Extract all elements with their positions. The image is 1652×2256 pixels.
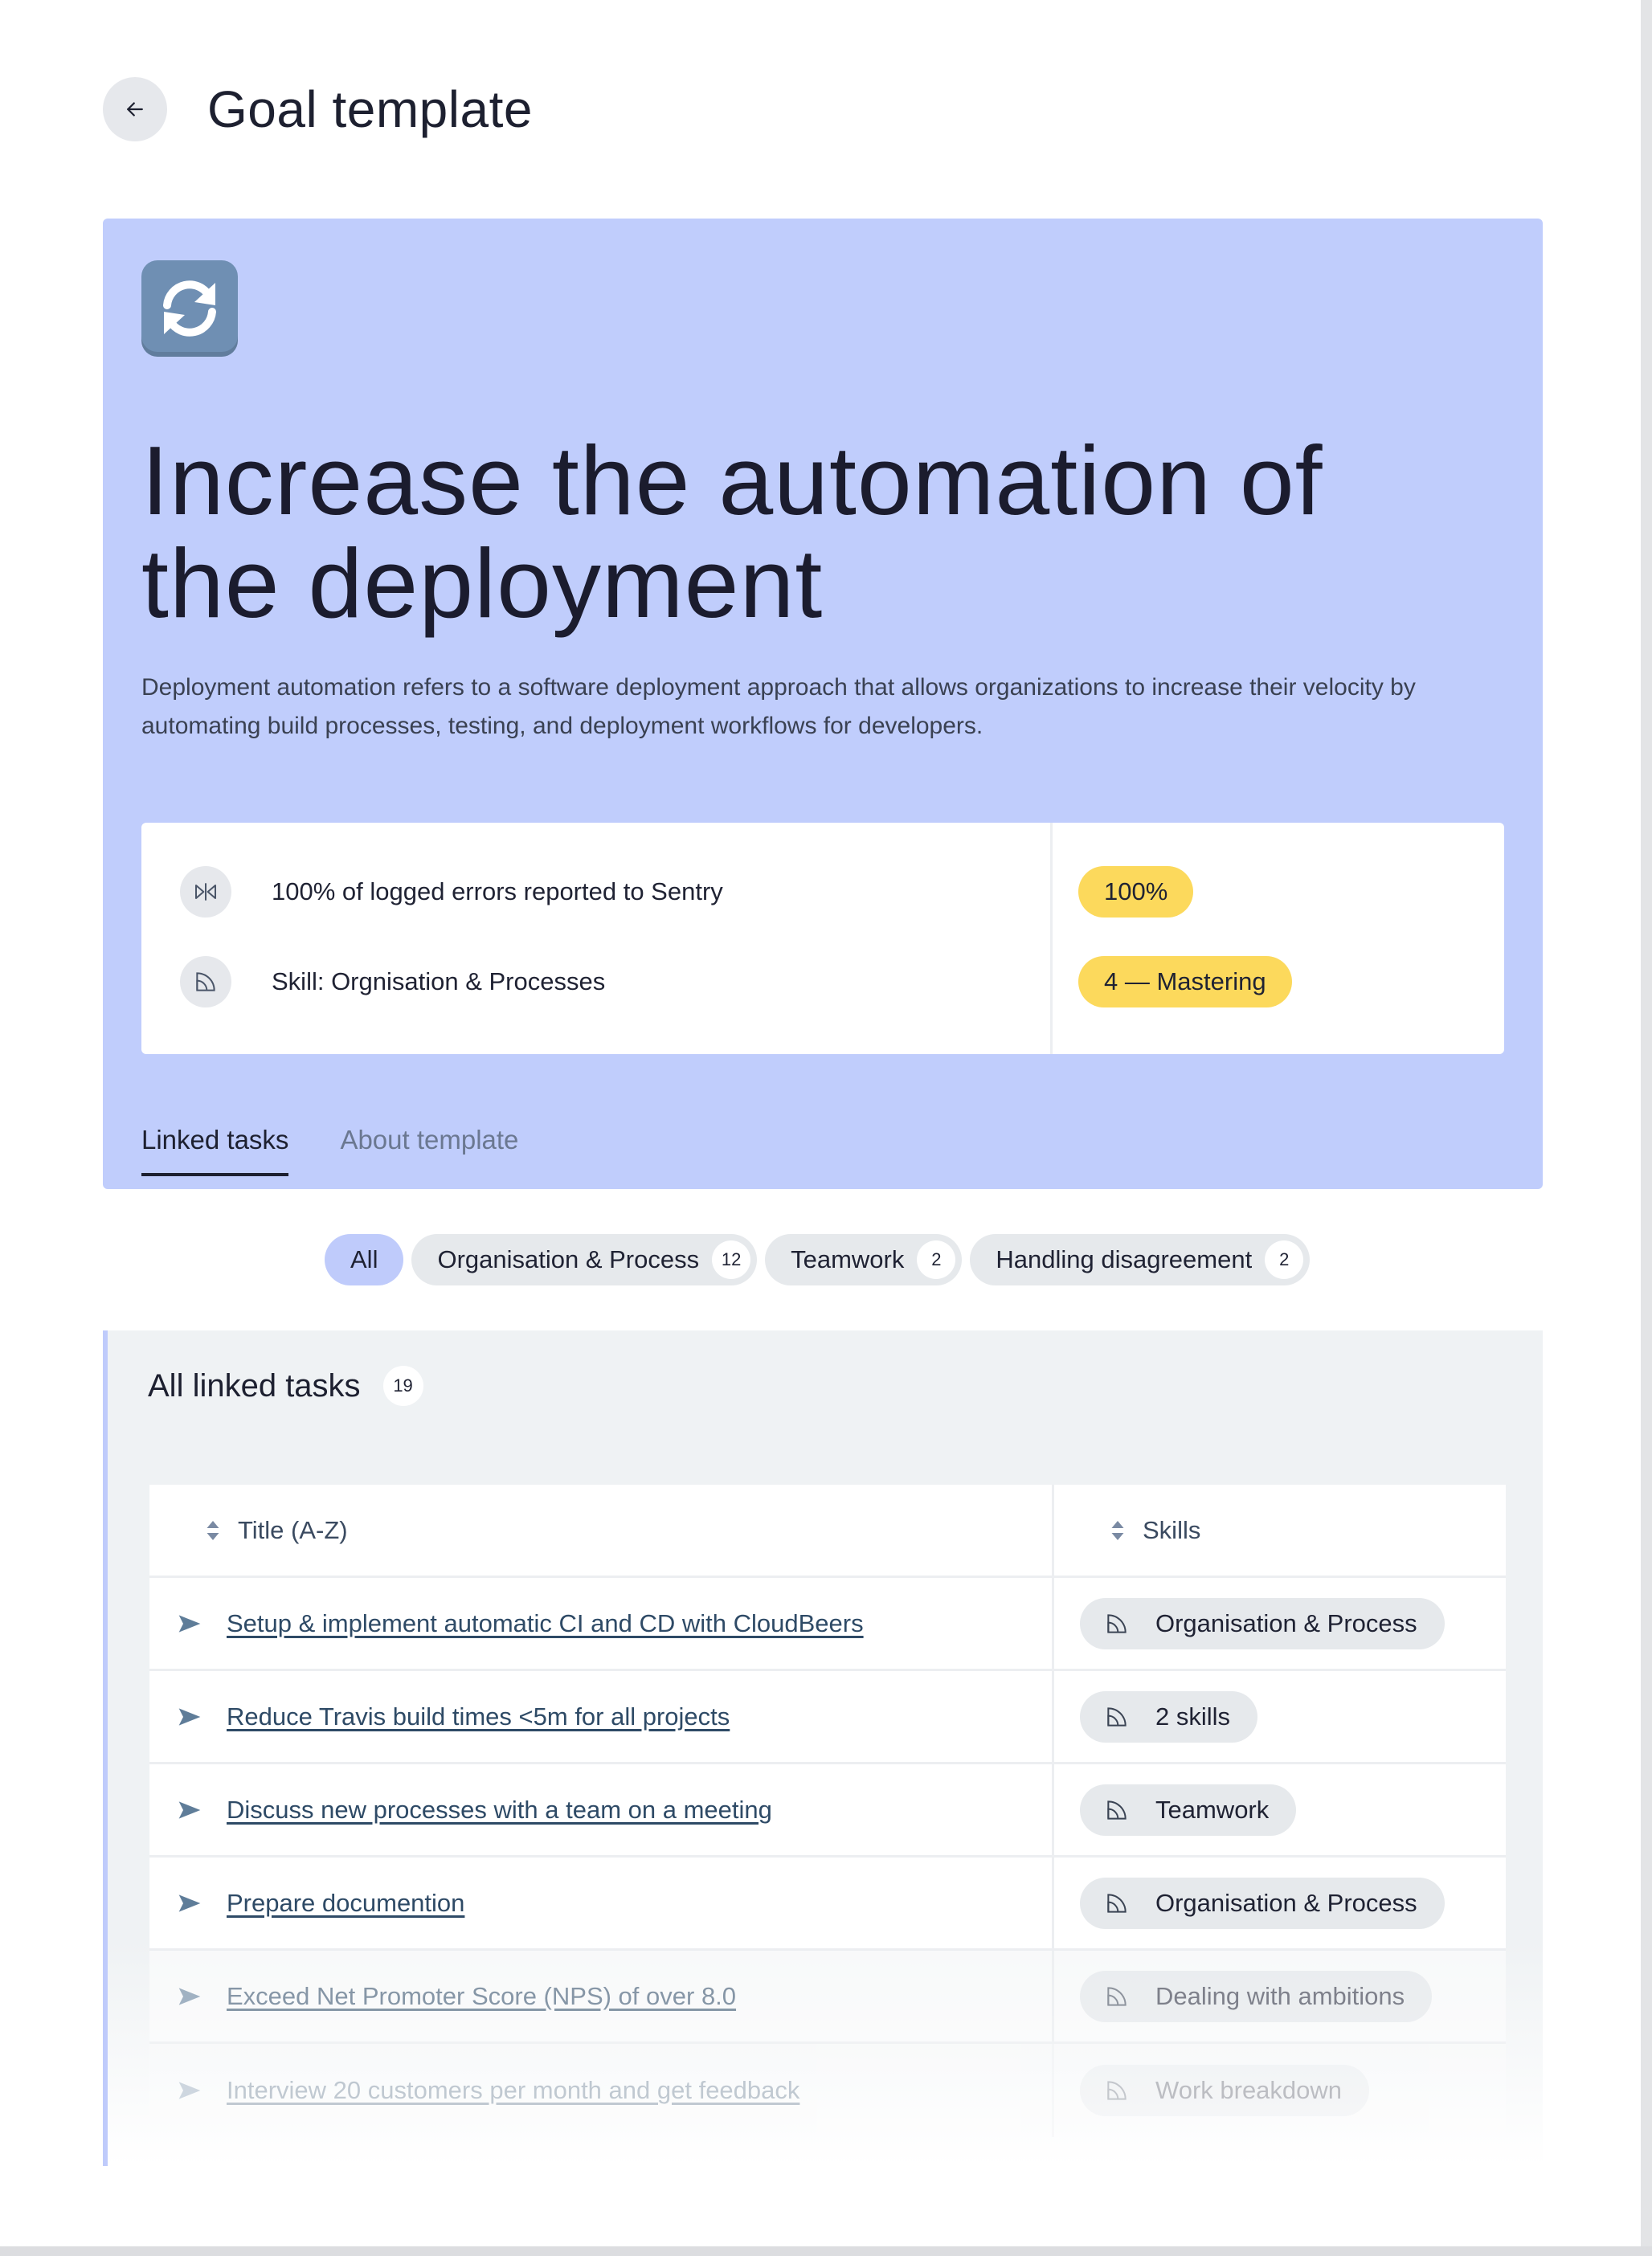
skill-quarter-icon (1107, 1800, 1127, 1820)
chip-label: Organisation & Process (437, 1245, 700, 1273)
tasks-heading: All linked tasks 19 (148, 1366, 423, 1406)
goal-metrics-card: 100% of logged errors reported to Sentry… (141, 823, 1504, 1054)
filter-chip-all[interactable]: All (325, 1234, 404, 1285)
table-row: Exceed Net Promoter Score (NPS) of over … (149, 1951, 1506, 2044)
chip-count: 2 (917, 1240, 956, 1279)
tab-about-template[interactable]: About template (340, 1125, 518, 1176)
task-skill-cell: Organisation & Process (1054, 1858, 1506, 1948)
table-row: Interview 20 customers per month and get… (149, 2044, 1506, 2137)
page-header: Goal template (103, 77, 533, 141)
window-edge-bottom (0, 2246, 1652, 2256)
task-title-cell: Exceed Net Promoter Score (NPS) of over … (149, 1951, 1054, 2041)
task-title-cell: Interview 20 customers per month and get… (149, 2044, 1054, 2137)
task-link[interactable]: Discuss new processes with a team on a m… (227, 1796, 772, 1825)
skill-filter-chips: All Organisation & Process 12 Teamwork 2… (325, 1234, 1318, 1285)
task-title-cell: Reduce Travis build times <5m for all pr… (149, 1671, 1054, 1762)
skill-quarter-icon (1107, 1706, 1127, 1727)
table-header-row: Title (A-Z) Skills (149, 1485, 1506, 1578)
page-title: Goal template (207, 80, 533, 138)
skill-tag-label: 2 skills (1155, 1702, 1231, 1731)
goal-title: Increase the automation of the deploymen… (141, 426, 1323, 638)
send-icon (178, 1987, 201, 2005)
send-icon (178, 1800, 201, 1819)
task-skill-cell: Teamwork (1054, 1764, 1506, 1855)
column-header-title[interactable]: Title (A-Z) (149, 1485, 1054, 1576)
skill-quarter-icon (1107, 1613, 1127, 1633)
skill-quarter-icon (1107, 1893, 1127, 1913)
metric-value-badge: 100% (1078, 866, 1194, 918)
goal-hero-card: Increase the automation of the deploymen… (103, 219, 1543, 1189)
refresh-arrows-icon (141, 260, 238, 357)
metrics-labels: 100% of logged errors reported to Sentry… (141, 823, 1053, 1054)
task-skill-cell: Dealing with ambitions (1054, 1951, 1506, 2041)
skill-quarter-icon (1107, 2081, 1127, 2100)
skill-tag-label: Work breakdown (1155, 2076, 1343, 2104)
table-row: Setup & implement automatic CI and CD wi… (149, 1578, 1506, 1671)
skill-quarter-icon (180, 956, 231, 1007)
skill-tag[interactable]: Organisation & Process (1080, 1877, 1445, 1929)
table-row: Prepare documention Organisation & Proce… (149, 1858, 1506, 1951)
task-title-cell: Prepare documention (149, 1858, 1054, 1948)
skill-tag-label: Organisation & Process (1155, 1888, 1417, 1917)
linked-tasks-panel: All linked tasks 19 Title (A-Z) Skills S… (103, 1330, 1543, 2166)
column-header-skills[interactable]: Skills (1054, 1485, 1506, 1576)
sort-icon (1111, 1520, 1124, 1540)
metric-row: 100% of logged errors reported to Sentry (141, 866, 1050, 918)
task-title-cell: Setup & implement automatic CI and CD wi… (149, 1578, 1054, 1669)
chip-label: Handling disagreement (996, 1245, 1253, 1273)
skill-tag[interactable]: Organisation & Process (1080, 1597, 1445, 1649)
filter-chip-handling-disagreement[interactable]: Handling disagreement 2 (970, 1234, 1311, 1285)
skill-level-badge: 4 — Mastering (1078, 956, 1292, 1007)
send-icon (178, 1894, 201, 1912)
task-skill-cell: Work breakdown (1054, 2044, 1506, 2137)
tasks-heading-label: All linked tasks (148, 1367, 361, 1404)
filter-chip-teamwork[interactable]: Teamwork 2 (765, 1234, 963, 1285)
chip-count: 12 (712, 1240, 751, 1279)
metrics-values: 100% 4 — Mastering (1053, 823, 1504, 1054)
task-skill-cell: 2 skills (1054, 1671, 1506, 1762)
task-link[interactable]: Prepare documention (227, 1889, 464, 1918)
back-button[interactable] (103, 77, 167, 141)
task-link[interactable]: Exceed Net Promoter Score (NPS) of over … (227, 1982, 736, 2011)
skill-tag[interactable]: 2 skills (1080, 1690, 1258, 1743)
skill-tag-label: Dealing with ambitions (1155, 1981, 1405, 2010)
table-row: Reduce Travis build times <5m for all pr… (149, 1671, 1506, 1764)
task-skill-cell: Organisation & Process (1054, 1578, 1506, 1669)
tasks-table: Title (A-Z) Skills Setup & implement aut… (149, 1485, 1506, 2137)
task-title-cell: Discuss new processes with a team on a m… (149, 1764, 1054, 1855)
tab-linked-tasks[interactable]: Linked tasks (141, 1125, 289, 1176)
column-header-label: Skills (1143, 1515, 1201, 1544)
chip-count: 2 (1265, 1240, 1304, 1279)
arrow-left-icon (127, 102, 143, 116)
metric-value-row: 100% (1078, 866, 1504, 918)
send-icon (178, 1614, 201, 1633)
skill-quarter-icon (1107, 1986, 1127, 2006)
task-link[interactable]: Interview 20 customers per month and get… (227, 2076, 799, 2105)
chip-label: Teamwork (791, 1245, 905, 1273)
skill-tag[interactable]: Dealing with ambitions (1080, 1970, 1433, 2022)
chip-label: All (350, 1245, 378, 1273)
sort-icon (206, 1520, 219, 1540)
metric-value-row: 4 — Mastering (1078, 956, 1504, 1007)
metric-row: Skill: Orgnisation & Processes (141, 956, 1050, 1007)
send-icon (178, 2082, 201, 2099)
tasks-count-badge: 19 (382, 1366, 423, 1406)
goal-tabs: Linked tasks About template (141, 1125, 570, 1176)
measure-icon (180, 866, 231, 918)
column-header-label: Title (A-Z) (238, 1515, 348, 1544)
skill-tag[interactable]: Teamwork (1080, 1784, 1297, 1836)
metric-label: Skill: Orgnisation & Processes (272, 967, 606, 995)
skill-tag-label: Organisation & Process (1155, 1608, 1417, 1637)
table-row: Discuss new processes with a team on a m… (149, 1764, 1506, 1858)
skill-tag[interactable]: Work breakdown (1080, 2065, 1370, 2116)
send-icon (178, 1707, 201, 1726)
skill-tag-label: Teamwork (1155, 1795, 1270, 1824)
window-edge (1641, 0, 1652, 2256)
task-link[interactable]: Reduce Travis build times <5m for all pr… (227, 1702, 730, 1731)
task-link[interactable]: Setup & implement automatic CI and CD wi… (227, 1609, 864, 1638)
goal-description: Deployment automation refers to a softwa… (141, 674, 1416, 739)
filter-chip-organisation-process[interactable]: Organisation & Process 12 (411, 1234, 758, 1285)
metric-label: 100% of logged errors reported to Sentry (272, 877, 723, 905)
